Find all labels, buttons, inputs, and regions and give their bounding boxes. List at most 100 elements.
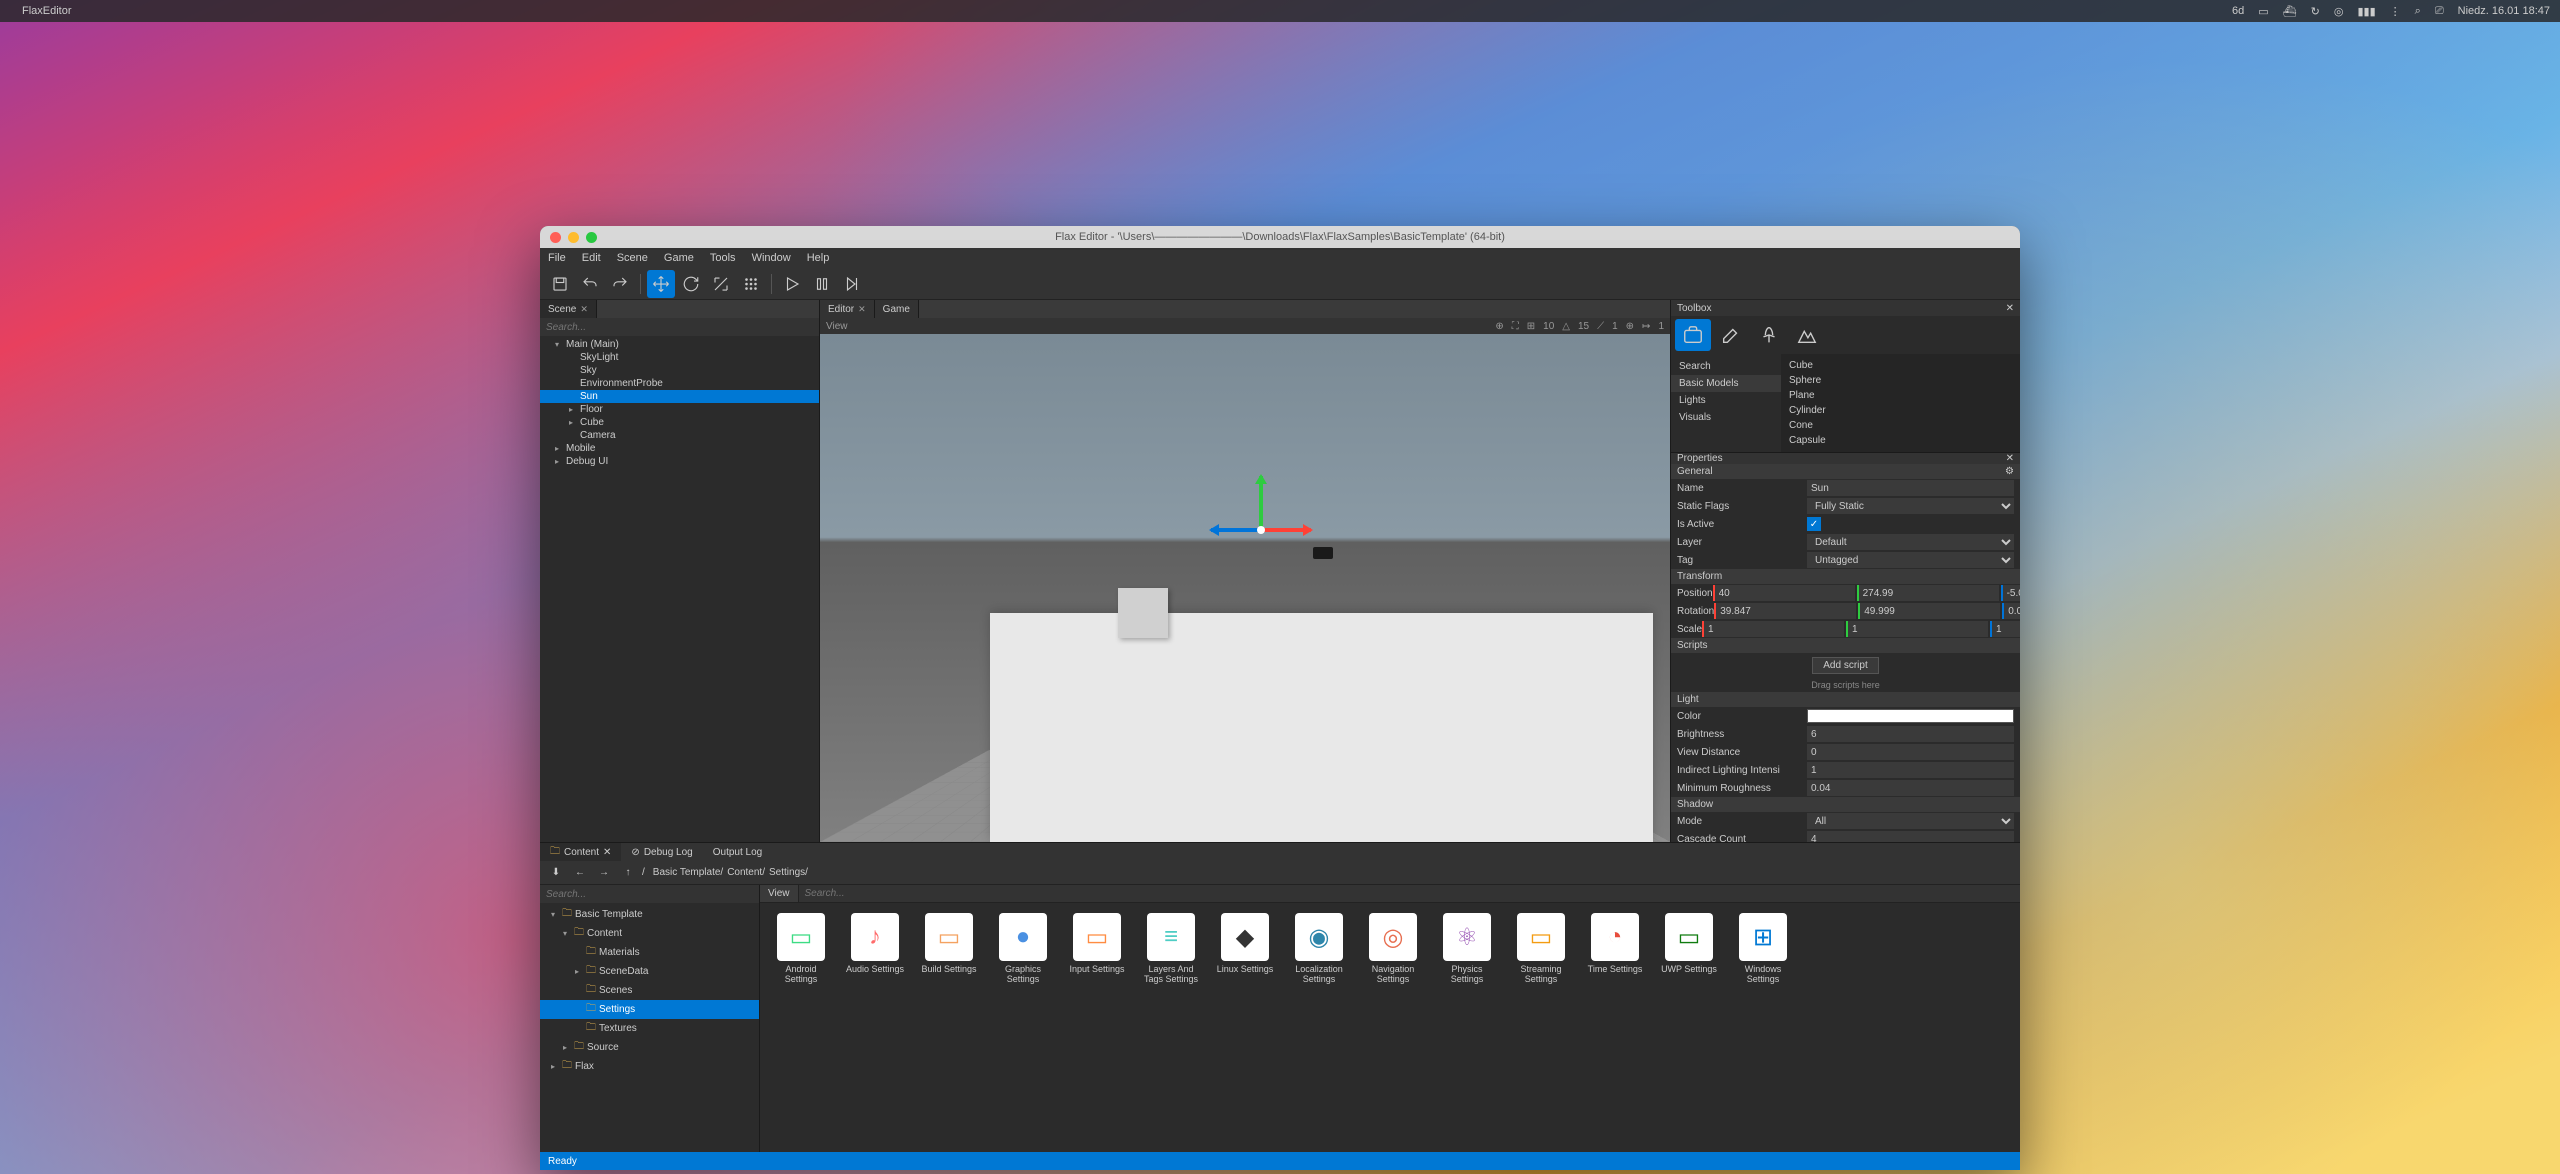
control-center-icon[interactable]: ⎚: [2435, 5, 2444, 18]
pos-z-input[interactable]: [2001, 585, 2020, 601]
scale-z-input[interactable]: [1990, 621, 2020, 637]
toolbox-item[interactable]: Cylinder: [1781, 403, 2020, 418]
wifi-icon[interactable]: ⋮: [2390, 5, 2401, 18]
content-tree-item[interactable]: 🗀Textures: [540, 1019, 759, 1038]
toolbox-item[interactable]: Sphere: [1781, 373, 2020, 388]
viewport-globe-icon[interactable]: ⊕: [1626, 321, 1634, 332]
redo-button[interactable]: [606, 270, 634, 298]
close-icon[interactable]: ✕: [580, 304, 588, 315]
gear-icon[interactable]: ⚙: [2005, 466, 2014, 477]
rot-y-input[interactable]: [1858, 603, 2000, 619]
gizmo-center[interactable]: [1257, 526, 1265, 534]
content-search-input[interactable]: [799, 885, 2021, 902]
scene-search-input[interactable]: [540, 318, 819, 336]
content-tree-item[interactable]: ▸🗀Flax: [540, 1057, 759, 1076]
tree-item[interactable]: ▸Floor: [540, 403, 819, 416]
scale-tool-button[interactable]: [707, 270, 735, 298]
content-item[interactable]: ♪Audio Settings: [844, 913, 906, 985]
name-input[interactable]: [1807, 480, 2014, 496]
content-tree-item[interactable]: 🗀Materials: [540, 943, 759, 962]
close-icon[interactable]: ✕: [858, 304, 866, 315]
sync-icon[interactable]: ↻: [2311, 5, 2320, 18]
content-tree-item[interactable]: ▾🗀Basic Template: [540, 905, 759, 924]
import-button[interactable]: ⬇: [546, 863, 566, 883]
close-window-button[interactable]: [550, 232, 561, 243]
shadow-mode-select[interactable]: All: [1807, 813, 2014, 829]
content-item[interactable]: ◎Navigation Settings: [1362, 913, 1424, 985]
play-button[interactable]: [778, 270, 806, 298]
output-log-tab[interactable]: Output Log: [703, 843, 772, 861]
viewport-angle-icon[interactable]: △: [1562, 321, 1570, 332]
battery-icon[interactable]: ▮▮▮: [2357, 5, 2375, 18]
app-name[interactable]: FlaxEditor: [22, 5, 72, 17]
pos-y-input[interactable]: [1857, 585, 1999, 601]
content-tree-item[interactable]: ▸🗀SceneData: [540, 962, 759, 981]
content-item[interactable]: ▭Streaming Settings: [1510, 913, 1572, 985]
tree-item[interactable]: ▸Debug UI: [540, 455, 819, 468]
rot-x-input[interactable]: [1714, 603, 1856, 619]
view-button[interactable]: View: [826, 321, 848, 332]
layer-select[interactable]: Default: [1807, 534, 2014, 550]
toolbox-item[interactable]: Plane: [1781, 388, 2020, 403]
transform-gizmo[interactable]: [1211, 476, 1311, 576]
content-tree-item[interactable]: 🗀Scenes: [540, 981, 759, 1000]
docker-icon[interactable]: ⛴: [2283, 5, 2297, 18]
toolbox-category[interactable]: Visuals: [1671, 409, 1781, 426]
viewport-tool-icon[interactable]: ⟋: [1597, 321, 1604, 332]
content-item[interactable]: ◆Linux Settings: [1214, 913, 1276, 985]
tree-item[interactable]: SkyLight: [540, 351, 819, 364]
toolbox-paint-tab[interactable]: [1713, 319, 1749, 351]
breadcrumb-item[interactable]: Content/: [727, 867, 765, 878]
move-tool-button[interactable]: [647, 270, 675, 298]
toolbox-spawn-tab[interactable]: [1675, 319, 1711, 351]
close-icon[interactable]: ✕: [2006, 303, 2014, 314]
add-script-button[interactable]: Add script: [1812, 657, 1878, 674]
editor-tab[interactable]: Editor ✕: [820, 300, 875, 318]
tree-item[interactable]: Sun: [540, 390, 819, 403]
viewport-fullscreen-icon[interactable]: ⛶: [1512, 321, 1519, 332]
toolbox-category[interactable]: Lights: [1671, 392, 1781, 409]
content-item[interactable]: ▭Input Settings: [1066, 913, 1128, 985]
gizmo-y-axis[interactable]: [1259, 476, 1263, 531]
viewport[interactable]: [820, 334, 1670, 842]
pos-x-input[interactable]: [1713, 585, 1855, 601]
tree-item[interactable]: EnvironmentProbe: [540, 377, 819, 390]
content-item[interactable]: ▭Build Settings: [918, 913, 980, 985]
menu-scene[interactable]: Scene: [617, 252, 648, 264]
brightness-input[interactable]: [1807, 726, 2014, 742]
gizmo-z-axis[interactable]: [1211, 528, 1261, 532]
step-button[interactable]: [838, 270, 866, 298]
back-button[interactable]: ←: [570, 863, 590, 883]
tree-item[interactable]: Camera: [540, 429, 819, 442]
content-item[interactable]: ⚛Physics Settings: [1436, 913, 1498, 985]
is-active-checkbox[interactable]: ✓: [1807, 517, 1821, 531]
content-item[interactable]: ●Graphics Settings: [992, 913, 1054, 985]
tree-item[interactable]: ▸Cube: [540, 416, 819, 429]
scene-tab[interactable]: Scene ✕: [540, 300, 597, 318]
indirect-input[interactable]: [1807, 762, 2014, 778]
tree-item[interactable]: ▾Main (Main): [540, 338, 819, 351]
content-item[interactable]: ≡Layers And Tags Settings: [1140, 913, 1202, 985]
save-button[interactable]: [546, 270, 574, 298]
content-item[interactable]: ◉Localization Settings: [1288, 913, 1350, 985]
menu-file[interactable]: File: [548, 252, 566, 264]
viewport-arrow-icon[interactable]: ↦: [1642, 321, 1650, 332]
color-picker[interactable]: [1807, 709, 2014, 723]
debug-log-tab[interactable]: ⊘Debug Log: [621, 843, 702, 861]
close-icon[interactable]: ✕: [2006, 453, 2014, 464]
display-icon[interactable]: ▭: [2258, 5, 2268, 18]
gizmo-x-axis[interactable]: [1261, 528, 1311, 532]
minimize-window-button[interactable]: [568, 232, 579, 243]
content-tab[interactable]: 🗀Content✕: [540, 843, 621, 861]
scale-x-input[interactable]: [1702, 621, 1844, 637]
menu-game[interactable]: Game: [664, 252, 694, 264]
toolbox-category[interactable]: Basic Models: [1671, 375, 1781, 392]
toolbox-item[interactable]: Cube: [1781, 358, 2020, 373]
minrough-input[interactable]: [1807, 780, 2014, 796]
cascade-input[interactable]: [1807, 831, 2014, 842]
search-icon[interactable]: ⌕: [2415, 5, 2421, 18]
toolbox-category[interactable]: Search: [1671, 358, 1781, 375]
menu-tools[interactable]: Tools: [710, 252, 736, 264]
content-tree-item[interactable]: ▾🗀Content: [540, 924, 759, 943]
menu-help[interactable]: Help: [807, 252, 830, 264]
